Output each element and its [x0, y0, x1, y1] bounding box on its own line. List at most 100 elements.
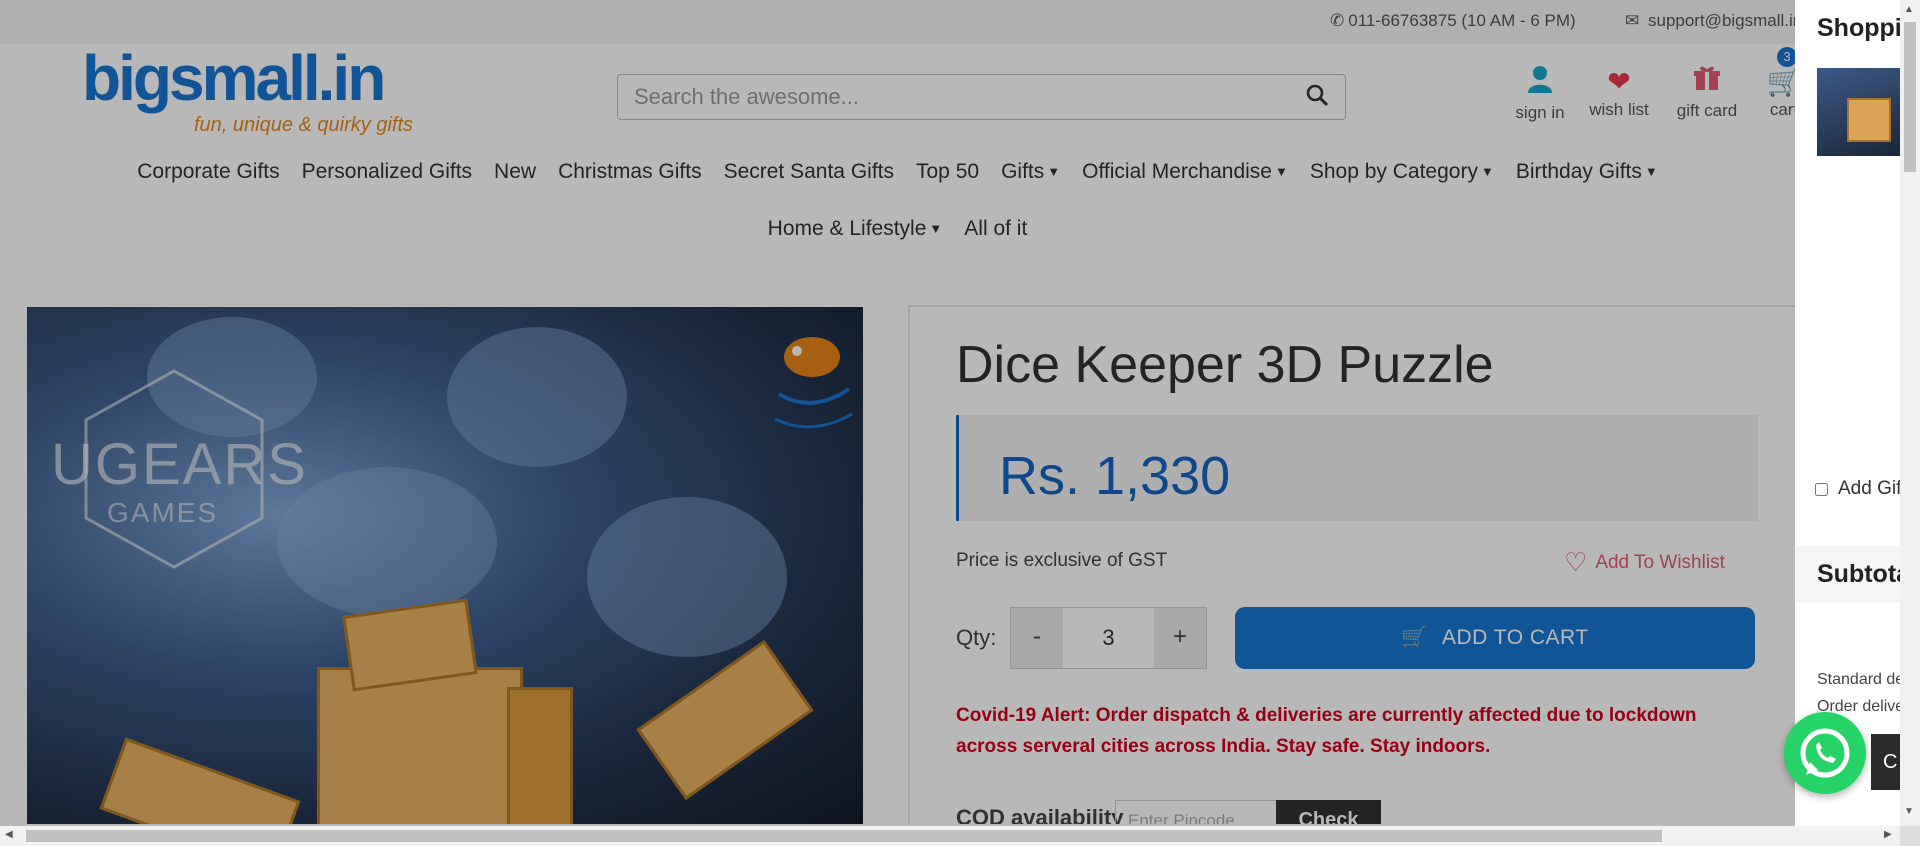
mail-icon: ✉ [1625, 11, 1640, 30]
nav-home-lifestyle-label: Home & Lifestyle [767, 217, 927, 240]
heart-outline-icon: ♡ [1564, 547, 1588, 577]
puzzle-model [87, 577, 847, 824]
checkout-button[interactable]: C [1871, 734, 1900, 790]
nav-official-merchandise-dropdown[interactable]: Official Merchandise ▼ [1082, 160, 1288, 184]
subtotal-bar: Subtotal [1795, 546, 1900, 602]
bg-bokeh [447, 327, 627, 467]
nav-home-lifestyle-dropdown[interactable]: Home & Lifestyle ▼ [768, 217, 943, 241]
gift-card-label: gift card [1676, 101, 1738, 120]
qty-increment-button[interactable]: + [1154, 608, 1206, 668]
check-pincode-button[interactable]: Check [1276, 800, 1381, 824]
product-title: Dice Keeper 3D Puzzle [956, 336, 1494, 394]
gift-card-link[interactable]: gift card [1674, 64, 1740, 121]
horizontal-scrollbar[interactable]: ◀ ▶ [0, 826, 1900, 846]
search-icon[interactable] [1305, 83, 1329, 113]
scrollbar-corner [1900, 826, 1920, 846]
qty-decrement-button[interactable]: - [1011, 608, 1063, 668]
user-icon [1512, 64, 1568, 103]
nav-secret-santa-gifts[interactable]: Secret Santa Gifts [724, 160, 894, 184]
product-image[interactable]: UGEARS GAMES [27, 307, 863, 824]
cart-link[interactable]: 🛒 cart [1764, 64, 1795, 120]
price-box: Rs. 1,330 [956, 415, 1758, 521]
cod-availability-label: COD availability [956, 805, 1124, 824]
add-to-wishlist-button[interactable]: ♡ Add To Wishlist [1564, 547, 1725, 578]
puzzle-arm [636, 640, 814, 800]
qty-label: Qty: [956, 625, 997, 650]
puzzle-box [317, 667, 523, 824]
ugears-games-logo: UGEARS GAMES [51, 369, 306, 569]
whatsapp-icon [1800, 728, 1850, 778]
cart-label: cart [1769, 100, 1795, 119]
drawer-title: Shopping Cart [1817, 14, 1900, 42]
chevron-down-icon: ▼ [1274, 164, 1288, 179]
nav-all-of-it[interactable]: All of it [964, 217, 1027, 241]
nav-new[interactable]: New [494, 160, 536, 184]
gst-note: Price is exclusive of GST [956, 550, 1168, 571]
nav-shop-by-category-dropdown[interactable]: Shop by Category ▼ [1310, 160, 1494, 184]
heart-icon: ❤ [1607, 66, 1631, 97]
add-to-cart-label: ADD TO CART [1441, 626, 1589, 649]
qty-input[interactable]: 3 [1063, 608, 1154, 668]
whatsapp-chat-button[interactable] [1784, 712, 1866, 794]
bigsmall-watermark [767, 319, 857, 439]
gift-wrap-checkbox[interactable] [1815, 483, 1828, 496]
sign-in-label: sign in [1515, 103, 1565, 122]
wish-list-link[interactable]: ❤ wish list [1586, 64, 1652, 120]
nav-gifts-label: Gifts [1001, 160, 1045, 183]
puzzle-tray [99, 737, 301, 824]
chevron-down-icon: ▼ [1047, 164, 1061, 179]
phone-text: 011-66763875 (10 AM - 6 PM) [1348, 11, 1576, 30]
thumbnail-puzzle [1847, 98, 1891, 142]
nav-gifts-dropdown[interactable]: Gifts ▼ [1001, 160, 1060, 184]
vertical-scroll-thumb[interactable] [1904, 22, 1916, 172]
covid-alert: Covid-19 Alert: Order dispatch & deliver… [956, 705, 1697, 757]
top-contact-bar: ✆ 011-66763875 (10 AM - 6 PM) ✉ support@b… [0, 0, 1795, 44]
scroll-right-arrow[interactable]: ▶ [1884, 829, 1892, 840]
horizontal-scroll-thumb[interactable] [26, 830, 1662, 842]
nav-personalized-gifts[interactable]: Personalized Gifts [302, 160, 472, 184]
phone-link[interactable]: ✆ 011-66763875 (10 AM - 6 PM) [1330, 11, 1576, 31]
scroll-up-arrow[interactable]: ▲ [1904, 4, 1914, 15]
site-logo[interactable]: bigsmall.in fun, unique & quirky gifts [82, 42, 413, 136]
sign-in-link[interactable]: sign in [1512, 64, 1568, 123]
wish-list-label: wish list [1589, 100, 1649, 119]
nav-corporate-gifts[interactable]: Corporate Gifts [137, 160, 279, 184]
gift-wrap-label: Add Gift Wrap [1838, 478, 1900, 499]
scroll-left-arrow[interactable]: ◀ [5, 829, 13, 840]
add-to-cart-button[interactable]: 🛒 ADD TO CART [1235, 607, 1755, 669]
delivery-note-line-1: Standard delivery [1817, 671, 1900, 688]
search-bar [617, 74, 1346, 120]
cart-item-thumbnail[interactable] [1817, 68, 1900, 156]
phone-icon: ✆ [1330, 11, 1345, 30]
cart-icon: 🛒 [1401, 626, 1428, 649]
email-link[interactable]: ✉ support@bigsmall.in [1625, 11, 1795, 31]
chevron-down-icon: ▼ [1644, 164, 1658, 179]
nav-birthday-gifts-dropdown[interactable]: Birthday Gifts ▼ [1516, 160, 1658, 184]
nav-top-50[interactable]: Top 50 [916, 160, 979, 184]
vertical-scrollbar[interactable]: ▲ ▼ [1900, 0, 1920, 826]
product-details-panel: Dice Keeper 3D Puzzle Rs. 1,330 Price is… [908, 305, 1795, 824]
nav-shop-by-category-label: Shop by Category [1309, 160, 1478, 183]
cart-icon: 🛒 [1766, 66, 1795, 97]
email-text: support@bigsmall.in [1647, 11, 1795, 30]
ugears-text: UGEARS [51, 432, 308, 497]
games-text: GAMES [107, 497, 219, 528]
puzzle-side [507, 687, 573, 824]
logo-wordmark: bigsmall.in [82, 42, 386, 114]
scroll-down-arrow[interactable]: ▼ [1904, 806, 1914, 817]
add-to-wishlist-label: Add To Wishlist [1595, 552, 1725, 573]
chevron-down-icon: ▼ [1480, 164, 1494, 179]
search-input[interactable] [632, 76, 1276, 118]
nav-birthday-gifts-label: Birthday Gifts [1515, 160, 1642, 183]
logo-tagline: fun, unique & quirky gifts [194, 114, 414, 136]
gift-wrap-option[interactable]: Add Gift Wrap [1815, 478, 1900, 500]
pincode-input[interactable]: Enter Pincode [1115, 800, 1289, 824]
product-price: Rs. 1,330 [999, 446, 1231, 506]
gift-icon [1674, 64, 1740, 101]
subtotal-label: Subtotal [1817, 560, 1900, 588]
nav-row-2: Home & Lifestyle ▼ All of it [0, 217, 1795, 274]
nav-row-1: Corporate Gifts Personalized Gifts New Chri… [0, 160, 1795, 217]
main-navigation: Corporate Gifts Personalized Gifts New Chri… [0, 160, 1795, 274]
nav-christmas-gifts[interactable]: Christmas Gifts [558, 160, 702, 184]
nav-official-merchandise-label: Official Merchandise [1082, 160, 1272, 183]
